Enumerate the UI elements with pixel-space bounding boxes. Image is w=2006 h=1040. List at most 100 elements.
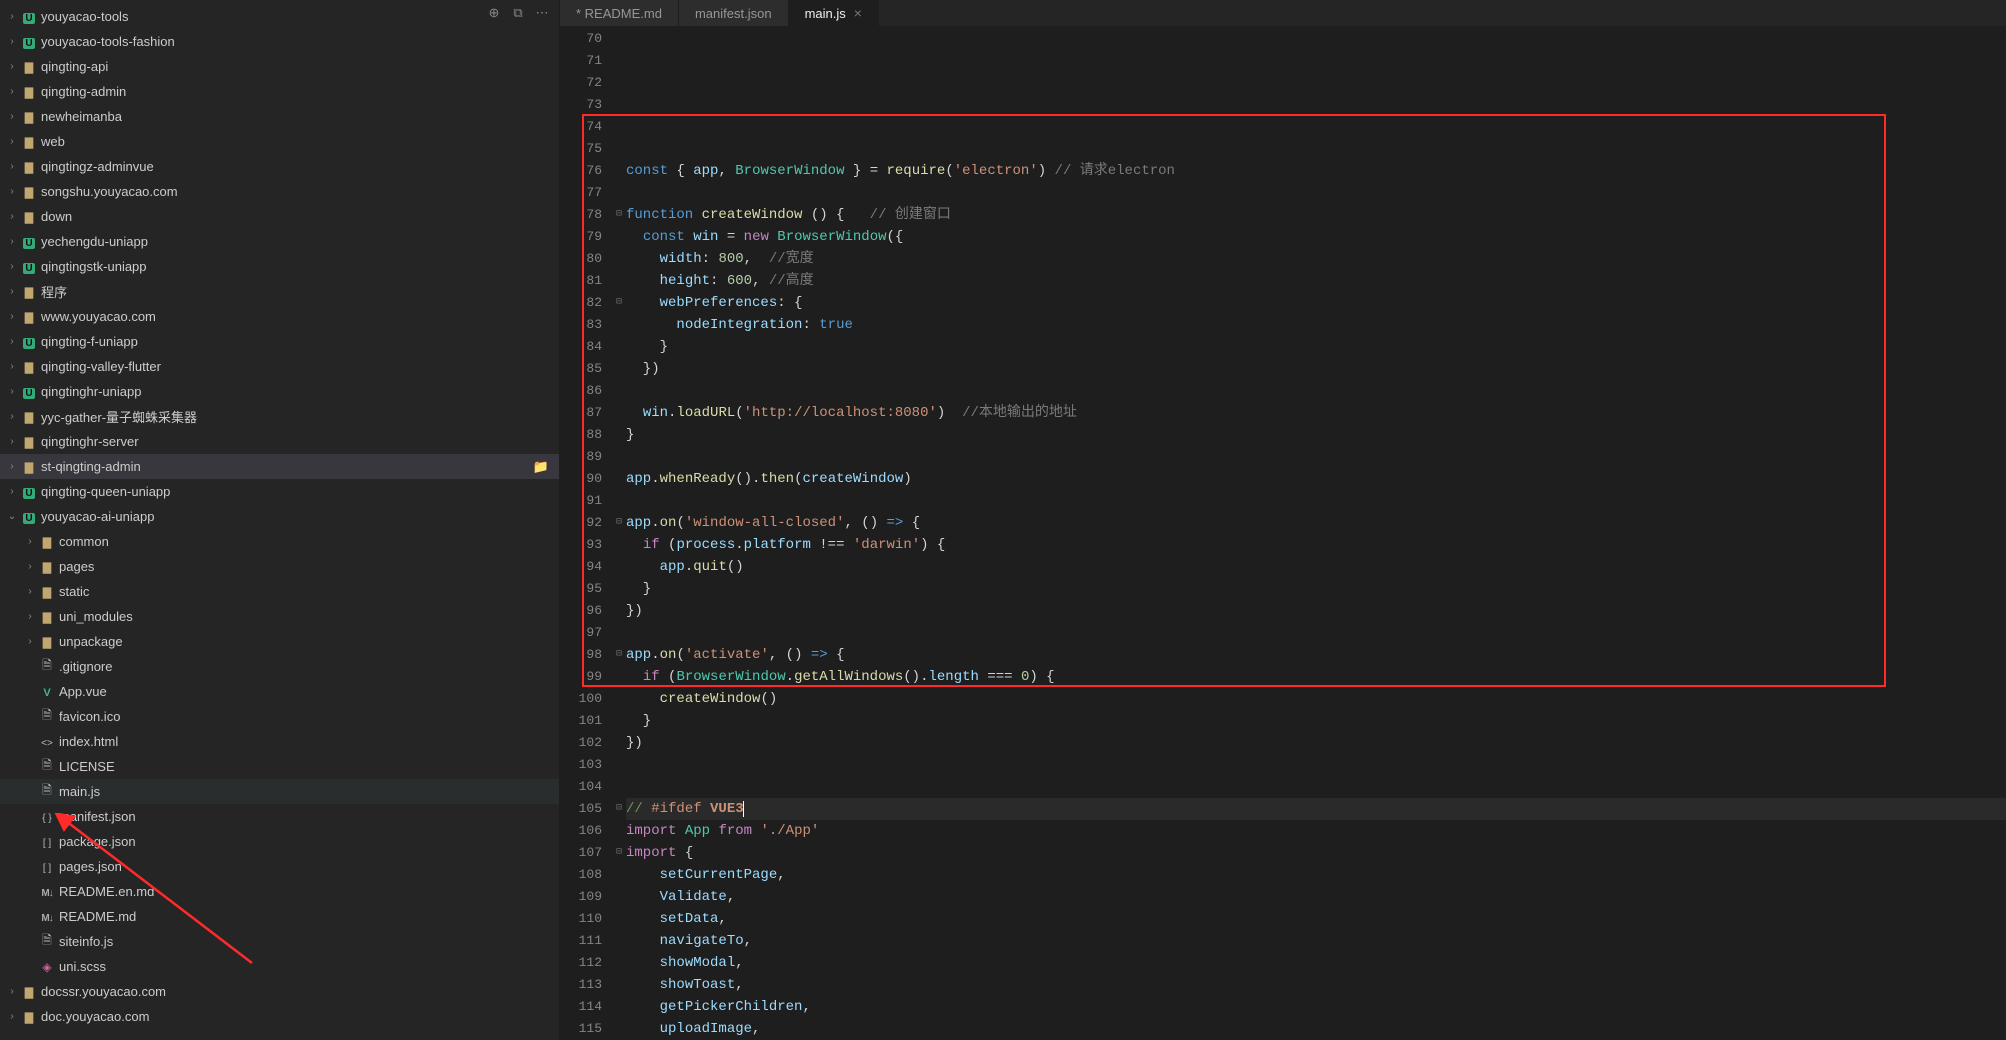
tree-item-www.youyacao.com[interactable]: ›www.youyacao.com: [0, 304, 559, 329]
code-line[interactable]: }: [626, 336, 2006, 358]
chevron-icon[interactable]: ›: [6, 311, 18, 322]
code-line[interactable]: import App from './App': [626, 820, 2006, 842]
code-line[interactable]: app.on('window-all-closed', () => {: [626, 512, 2006, 534]
tree-item-siteinfo.js[interactable]: siteinfo.js: [0, 929, 559, 954]
tree-item-uni_modules[interactable]: ›uni_modules: [0, 604, 559, 629]
code-line[interactable]: [626, 776, 2006, 798]
code-line[interactable]: app.quit(): [626, 556, 2006, 578]
code-line[interactable]: }): [626, 732, 2006, 754]
code-line[interactable]: width: 800, //宽度: [626, 248, 2006, 270]
code-line[interactable]: [626, 28, 2006, 50]
fold-toggle-icon[interactable]: ⊟: [612, 512, 626, 534]
code-line[interactable]: app.on('activate', () => {: [626, 644, 2006, 666]
tree-item-pages[interactable]: ›pages: [0, 554, 559, 579]
tree-item-favicon.ico[interactable]: favicon.ico: [0, 704, 559, 729]
chevron-icon[interactable]: ›: [6, 411, 18, 422]
code-line[interactable]: navigateTo,: [626, 930, 2006, 952]
chevron-icon[interactable]: ›: [6, 61, 18, 72]
new-folder-icon[interactable]: ⧉: [509, 4, 527, 22]
code-line[interactable]: nodeIntegration: true: [626, 314, 2006, 336]
tree-item-qingting-valley-flutter[interactable]: ›qingting-valley-flutter: [0, 354, 559, 379]
chevron-icon[interactable]: ›: [6, 436, 18, 447]
tree-item-static[interactable]: ›static: [0, 579, 559, 604]
tree-item-doc.youyacao.com[interactable]: ›doc.youyacao.com: [0, 1004, 559, 1029]
tree-item-newheimanba[interactable]: ›newheimanba: [0, 104, 559, 129]
tree-item-youyacao-tools-fashion[interactable]: ›youyacao-tools-fashion: [0, 29, 559, 54]
code-line[interactable]: [626, 50, 2006, 72]
code-line[interactable]: win.loadURL('http://localhost:8080') //本…: [626, 402, 2006, 424]
fold-toggle-icon[interactable]: ⊟: [612, 292, 626, 314]
new-file-icon[interactable]: ⊕: [485, 4, 503, 22]
chevron-icon[interactable]: ›: [6, 86, 18, 97]
tree-item-qingting-queen-uniapp[interactable]: ›qingting-queen-uniapp: [0, 479, 559, 504]
chevron-icon[interactable]: ›: [6, 461, 18, 472]
chevron-icon[interactable]: ›: [6, 111, 18, 122]
tree-item-README.md[interactable]: README.md: [0, 904, 559, 929]
code-line[interactable]: }: [626, 578, 2006, 600]
tab-main.js[interactable]: main.js×: [789, 0, 879, 26]
tree-item-index.html[interactable]: index.html: [0, 729, 559, 754]
code-line[interactable]: if (BrowserWindow.getAllWindows().length…: [626, 666, 2006, 688]
fold-gutter[interactable]: ⊟⊟⊟⊟⊟⊟: [612, 26, 626, 1040]
tree-item-README.en.md[interactable]: README.en.md: [0, 879, 559, 904]
code-line[interactable]: app.whenReady().then(createWindow): [626, 468, 2006, 490]
tree-item-qingtinghr-server[interactable]: ›qingtinghr-server: [0, 429, 559, 454]
code-line[interactable]: // #ifdef VUE3: [626, 798, 2006, 820]
code-line[interactable]: setCurrentPage,: [626, 864, 2006, 886]
chevron-icon[interactable]: ›: [6, 136, 18, 147]
tree-item---[interactable]: ›程序: [0, 279, 559, 304]
code-line[interactable]: function createWindow () { // 创建窗口: [626, 204, 2006, 226]
code-line[interactable]: [626, 116, 2006, 138]
tree-item-main.js[interactable]: main.js: [0, 779, 559, 804]
tree-item-qingtingstk-uniapp[interactable]: ›qingtingstk-uniapp: [0, 254, 559, 279]
chevron-icon[interactable]: ›: [6, 486, 18, 497]
tree-item-st-qingting-admin[interactable]: ›st-qingting-admin📁: [0, 454, 559, 479]
tree-item-songshu.youyacao.com[interactable]: ›songshu.youyacao.com: [0, 179, 559, 204]
chevron-icon[interactable]: ›: [6, 186, 18, 197]
close-icon[interactable]: ×: [854, 5, 862, 21]
tree-item-youyacao-ai-uniapp[interactable]: ⌄youyacao-ai-uniapp: [0, 504, 559, 529]
code-line[interactable]: }): [626, 358, 2006, 380]
code-line[interactable]: showModal,: [626, 952, 2006, 974]
code-line[interactable]: [626, 182, 2006, 204]
code-line[interactable]: getPickerChildren,: [626, 996, 2006, 1018]
chevron-icon[interactable]: ›: [24, 611, 36, 622]
code-line[interactable]: if (process.platform !== 'darwin') {: [626, 534, 2006, 556]
file-tree[interactable]: ›youyacao-tools›youyacao-tools-fashion›q…: [0, 0, 559, 1040]
tree-item-docssr.youyacao.com[interactable]: ›docssr.youyacao.com: [0, 979, 559, 1004]
tree-item-yechengdu-uniapp[interactable]: ›yechengdu-uniapp: [0, 229, 559, 254]
code-line[interactable]: [626, 72, 2006, 94]
fold-toggle-icon[interactable]: ⊟: [612, 644, 626, 666]
reveal-folder-icon[interactable]: 📁: [533, 459, 549, 475]
chevron-icon[interactable]: ›: [24, 561, 36, 572]
chevron-icon[interactable]: ›: [6, 211, 18, 222]
code-line[interactable]: [626, 138, 2006, 160]
code-line[interactable]: showToast,: [626, 974, 2006, 996]
tree-item-uni.scss[interactable]: uni.scss: [0, 954, 559, 979]
tree-item-.gitignore[interactable]: .gitignore: [0, 654, 559, 679]
tree-item-qingting-api[interactable]: ›qingting-api: [0, 54, 559, 79]
tree-item-down[interactable]: ›down: [0, 204, 559, 229]
chevron-icon[interactable]: ›: [6, 161, 18, 172]
code-line[interactable]: webPreferences: {: [626, 292, 2006, 314]
code-line[interactable]: import {: [626, 842, 2006, 864]
tree-item-qingting-f-uniapp[interactable]: ›qingting-f-uniapp: [0, 329, 559, 354]
chevron-icon[interactable]: ›: [24, 586, 36, 597]
chevron-icon[interactable]: ›: [6, 1011, 18, 1022]
code-pane[interactable]: 7071727374757677787980818283848586878889…: [560, 26, 2006, 1040]
code-line[interactable]: uploadImage,: [626, 1018, 2006, 1040]
tab---README.md[interactable]: * README.md: [560, 0, 679, 26]
chevron-icon[interactable]: ›: [6, 261, 18, 272]
tab-manifest.json[interactable]: manifest.json: [679, 0, 789, 26]
code-line[interactable]: }: [626, 710, 2006, 732]
fold-toggle-icon[interactable]: ⊟: [612, 798, 626, 820]
code-line[interactable]: [626, 380, 2006, 402]
tree-item-unpackage[interactable]: ›unpackage: [0, 629, 559, 654]
chevron-icon[interactable]: ›: [6, 11, 18, 22]
code-line[interactable]: setData,: [626, 908, 2006, 930]
code-line[interactable]: [626, 490, 2006, 512]
code-line[interactable]: }): [626, 600, 2006, 622]
chevron-icon[interactable]: ›: [24, 536, 36, 547]
fold-toggle-icon[interactable]: ⊟: [612, 842, 626, 864]
tree-item-qingtinghr-uniapp[interactable]: ›qingtinghr-uniapp: [0, 379, 559, 404]
